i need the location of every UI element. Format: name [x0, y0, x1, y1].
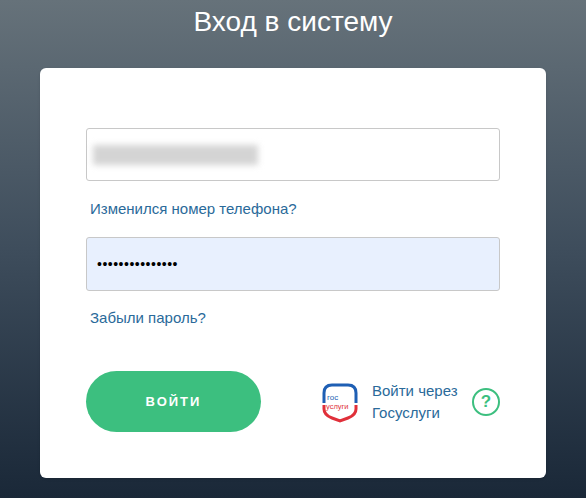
hidden-value [93, 145, 258, 165]
gosuslugi-login[interactable]: госуслуги Войти через Госуслуги [319, 380, 472, 424]
password-input[interactable]: ••••••••••••••• [86, 237, 500, 291]
phone-input[interactable] [86, 128, 500, 181]
gosuslugi-label[interactable]: Войти через Госуслуги [372, 380, 472, 424]
login-card: Изменился номер телефона? •••••••••••••••… [40, 68, 546, 478]
forgot-password-link[interactable]: Забыли пароль? [90, 308, 500, 328]
help-icon[interactable]: ? [472, 388, 500, 416]
page-title: Вход в систему [0, 0, 586, 68]
gosuslugi-logo-icon[interactable]: госуслуги [319, 381, 361, 423]
svg-text:услуги: услуги [326, 402, 348, 411]
login-page: Вход в систему Изменился номер телефона? •… [0, 0, 586, 498]
actions-row: ВОЙТИ госуслуги Войти через Госуслуги? [86, 371, 500, 432]
svg-text:гос: гос [327, 393, 338, 402]
login-button[interactable]: ВОЙТИ [86, 371, 261, 432]
phone-change-link[interactable]: Изменился номер телефона? [90, 199, 500, 219]
